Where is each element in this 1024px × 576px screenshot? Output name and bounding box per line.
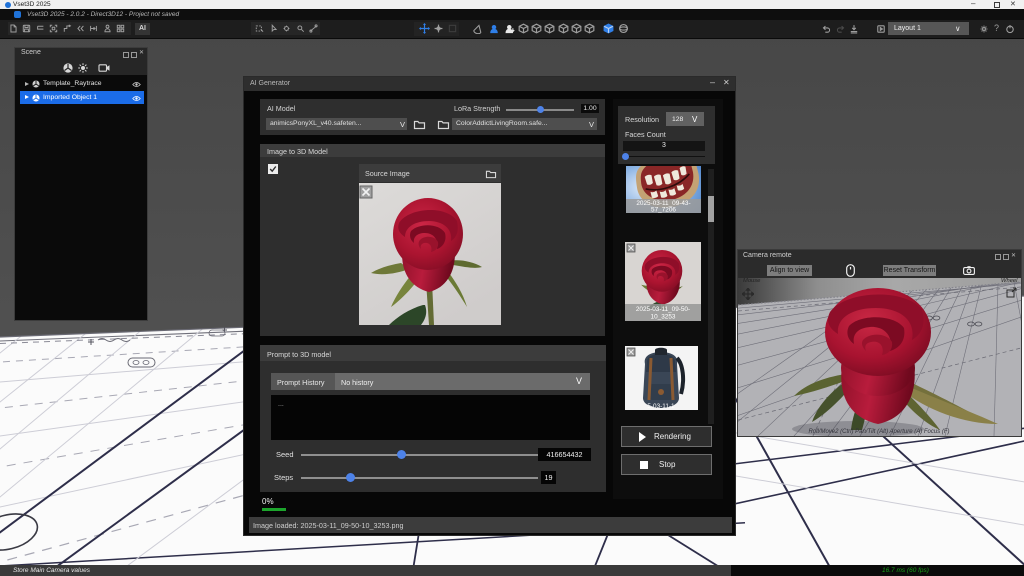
svg-text:10_3253: 10_3253	[651, 314, 676, 321]
svg-text:5-03-11-1: 5-03-11-1	[647, 403, 675, 410]
svg-text:57_7206: 57_7206	[651, 207, 676, 214]
svg-text:Roll/Move2 (Ctrl) Pan/Tilt (Al: Roll/Move2 (Ctrl) Pan/Tilt (Alt) Apertur…	[808, 429, 949, 435]
svg-text:2025-03-11_09-50-: 2025-03-11_09-50-	[636, 306, 690, 313]
